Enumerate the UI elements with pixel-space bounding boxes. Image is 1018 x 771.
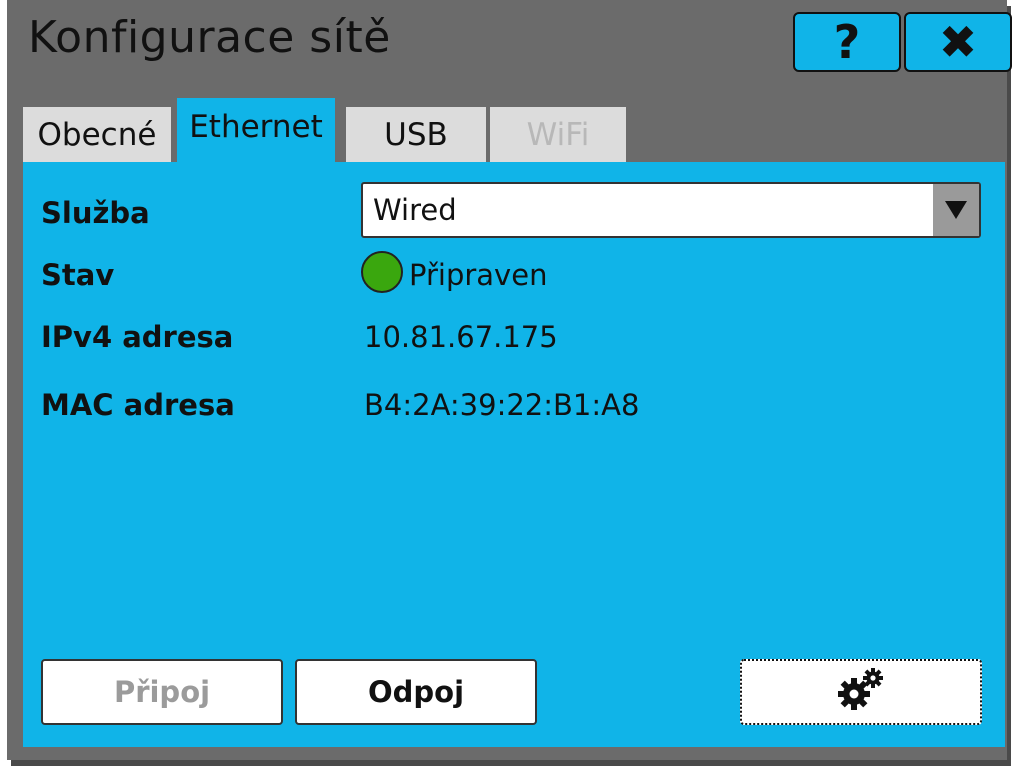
tab-usb[interactable]: USB: [346, 107, 486, 163]
service-label: Služba: [41, 196, 150, 230]
service-select[interactable]: Wired: [361, 182, 981, 238]
disconnect-button[interactable]: Odpoj: [295, 659, 537, 725]
window-title: Konfigurace sítě: [28, 12, 391, 63]
close-icon: ✖: [938, 15, 978, 69]
tab-wifi: WiFi: [490, 107, 626, 163]
tab-ethernet-label: Ethernet: [189, 109, 323, 145]
mac-label: MAC adresa: [41, 388, 235, 422]
tab-general[interactable]: Obecné: [23, 107, 171, 163]
status-label: Stav: [41, 258, 115, 292]
help-button[interactable]: ?: [793, 12, 901, 72]
connect-button: Připoj: [41, 659, 283, 725]
ethernet-panel: Služba Wired Stav Připraven IPv4 adresa …: [23, 162, 1005, 747]
mac-value: B4:2A:39:22:B1:A8: [364, 388, 640, 422]
close-button[interactable]: ✖: [904, 12, 1012, 72]
tab-general-label: Obecné: [37, 117, 157, 153]
chevron-down-icon[interactable]: [933, 184, 979, 236]
tab-usb-label: USB: [384, 117, 448, 153]
ipv4-label: IPv4 adresa: [41, 320, 234, 354]
help-icon: ?: [833, 15, 861, 69]
ipv4-value: 10.81.67.175: [364, 320, 558, 354]
status-indicator-icon: [361, 251, 403, 293]
settings-button[interactable]: [740, 659, 982, 725]
gears-icon: [834, 666, 888, 719]
tab-ethernet[interactable]: Ethernet: [177, 98, 335, 164]
status-value: Připraven: [409, 258, 548, 292]
service-select-value: Wired: [373, 193, 457, 227]
tab-wifi-label: WiFi: [526, 117, 590, 153]
network-config-window: Konfigurace sítě ? ✖ Obecné Ethernet USB…: [7, 0, 1012, 760]
